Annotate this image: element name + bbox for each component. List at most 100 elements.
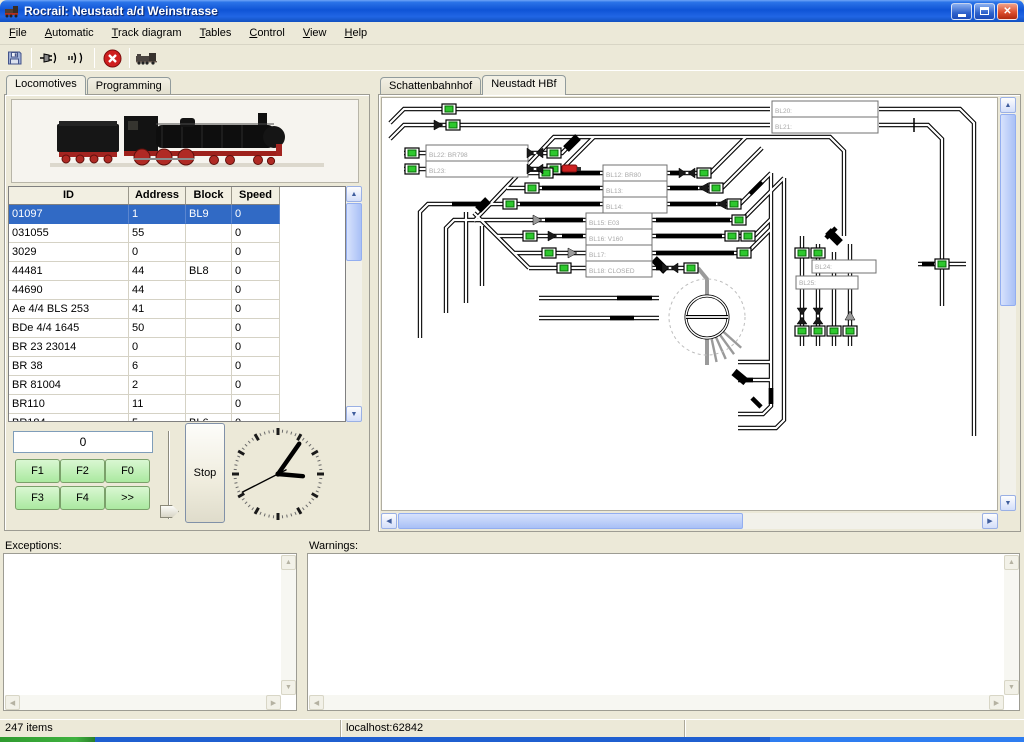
block-BL21[interactable]: BL21:: [772, 117, 878, 133]
turnout-wedge[interactable]: [828, 231, 840, 243]
start-button[interactable]: [0, 737, 95, 742]
table-row[interactable]: BDe 4/4 1645500: [9, 319, 280, 338]
sensor[interactable]: [523, 231, 537, 241]
sensor[interactable]: [557, 263, 571, 273]
exceptions-vscrollbar[interactable]: ▲ ▼: [281, 555, 296, 695]
column-header-block[interactable]: Block: [186, 187, 232, 205]
scroll-up-button[interactable]: ▲: [346, 186, 362, 202]
sensor[interactable]: [684, 263, 698, 273]
table-row[interactable]: 302900: [9, 243, 280, 262]
minimize-button[interactable]: [951, 3, 972, 20]
function-button-F1[interactable]: F1: [15, 459, 60, 483]
signal-marker[interactable]: [548, 231, 557, 241]
scroll-down-button[interactable]: ▼: [281, 680, 296, 695]
warnings-log[interactable]: ▲ ▼ ◀ ▶: [307, 553, 1020, 711]
signal-marker[interactable]: [533, 215, 542, 225]
tab-programming[interactable]: Programming: [87, 77, 171, 95]
sensor[interactable]: [503, 199, 517, 209]
scroll-left-button[interactable]: ◀: [5, 695, 20, 710]
scrollbar-thumb[interactable]: [346, 203, 362, 261]
block-BL15[interactable]: BL15: E03: [586, 213, 652, 229]
scroll-down-button[interactable]: ▼: [1004, 680, 1019, 695]
signal-marker[interactable]: [568, 248, 577, 258]
block-BL25[interactable]: BL25:: [796, 276, 858, 289]
restore-button[interactable]: [974, 3, 995, 20]
table-row[interactable]: 010971BL90: [9, 205, 280, 224]
scroll-right-button[interactable]: ▶: [982, 513, 998, 529]
block-BL22[interactable]: BL22: BR798: [426, 145, 528, 161]
taskbar-window-button[interactable]: [770, 737, 1024, 742]
sensor[interactable]: [935, 259, 949, 269]
menu-track-diagram[interactable]: Track diagram: [103, 22, 191, 44]
scroll-up-button[interactable]: ▲: [281, 555, 296, 570]
scrollbar-thumb[interactable]: [1000, 114, 1016, 306]
column-header-address[interactable]: Address: [129, 187, 186, 205]
menu-automatic[interactable]: Automatic: [36, 22, 103, 44]
block-BL16[interactable]: BL16: V160: [586, 229, 652, 245]
function-button-F4[interactable]: F4: [60, 486, 105, 510]
signal-marker[interactable]: [434, 120, 443, 130]
scroll-left-button[interactable]: ◀: [381, 513, 397, 529]
block-BL24[interactable]: BL24:: [812, 260, 876, 273]
speed-slider-thumb[interactable]: [160, 505, 179, 518]
sensor[interactable]: [697, 168, 711, 178]
locomotive-marker[interactable]: [562, 165, 581, 172]
menu-view[interactable]: View: [294, 22, 336, 44]
exceptions-log[interactable]: ▲ ▼ ◀ ▶: [3, 553, 297, 711]
table-scrollbar[interactable]: ▲ ▼: [346, 186, 362, 422]
track-segment[interactable]: [879, 125, 942, 306]
save-button[interactable]: [1, 47, 27, 70]
sensor[interactable]: [811, 248, 825, 258]
sensor[interactable]: [732, 215, 746, 225]
diagram-vscrollbar[interactable]: ▲ ▼: [1000, 97, 1016, 511]
table-row[interactable]: BR 3860: [9, 357, 280, 376]
sensor[interactable]: [446, 120, 460, 130]
column-header-id[interactable]: ID: [9, 187, 129, 205]
scroll-up-button[interactable]: ▲: [1000, 97, 1016, 113]
locomotive-table[interactable]: IDAddressBlockSpeed010971BL9003105555030…: [8, 186, 346, 422]
sensor[interactable]: [709, 183, 723, 193]
menu-tables[interactable]: Tables: [191, 22, 241, 44]
block-BL17[interactable]: BL17:: [586, 245, 652, 261]
table-row[interactable]: BR 23 2301400: [9, 338, 280, 357]
close-button[interactable]: ✕: [997, 3, 1018, 20]
sensor[interactable]: [727, 199, 741, 209]
block-BL20[interactable]: BL20:: [772, 101, 878, 117]
sensor[interactable]: [843, 326, 857, 336]
disconnect-button[interactable]: [64, 47, 90, 70]
function-button-next[interactable]: >>: [105, 486, 150, 510]
signal-marker[interactable]: [845, 311, 855, 320]
function-button-F2[interactable]: F2: [60, 459, 105, 483]
turnout-wedge[interactable]: [734, 372, 746, 382]
locomotive-button[interactable]: [134, 47, 160, 70]
sensor[interactable]: [827, 326, 841, 336]
menu-help[interactable]: Help: [336, 22, 377, 44]
sensor[interactable]: [741, 231, 755, 241]
connect-button[interactable]: [36, 47, 62, 70]
signal-marker[interactable]: [717, 199, 726, 209]
sensor[interactable]: [795, 248, 809, 258]
sensor[interactable]: [547, 148, 561, 158]
block-BL18[interactable]: BL18: CLOSED: [586, 261, 652, 277]
sensor[interactable]: [405, 148, 419, 158]
tab-locomotives[interactable]: Locomotives: [6, 75, 86, 95]
scroll-left-button[interactable]: ◀: [309, 695, 324, 710]
sensor[interactable]: [725, 231, 739, 241]
table-row[interactable]: 4448144BL80: [9, 262, 280, 281]
table-row[interactable]: BR 8100420: [9, 376, 280, 395]
block-BL14[interactable]: BL14:: [603, 197, 667, 213]
scroll-right-button[interactable]: ▶: [266, 695, 281, 710]
table-row[interactable]: 44690440: [9, 281, 280, 300]
signal-marker[interactable]: [699, 183, 708, 193]
speed-input[interactable]: [13, 431, 153, 453]
table-row[interactable]: BR1845BL60: [9, 414, 280, 422]
tab-neustadt-hbf[interactable]: Neustadt HBf: [482, 75, 565, 95]
scroll-down-button[interactable]: ▼: [1000, 495, 1016, 511]
track-segment[interactable]: [879, 109, 974, 436]
emergency-stop-button[interactable]: [99, 47, 125, 70]
stop-button[interactable]: Stop: [185, 423, 225, 523]
diagram-hscrollbar[interactable]: ◀ ▶: [381, 513, 998, 529]
track-diagram-canvas[interactable]: BL20:BL21:BL22: BR798BL23:BL12: BR80BL13…: [381, 97, 998, 511]
sensor[interactable]: [405, 164, 419, 174]
block-BL23[interactable]: BL23:: [426, 161, 528, 177]
